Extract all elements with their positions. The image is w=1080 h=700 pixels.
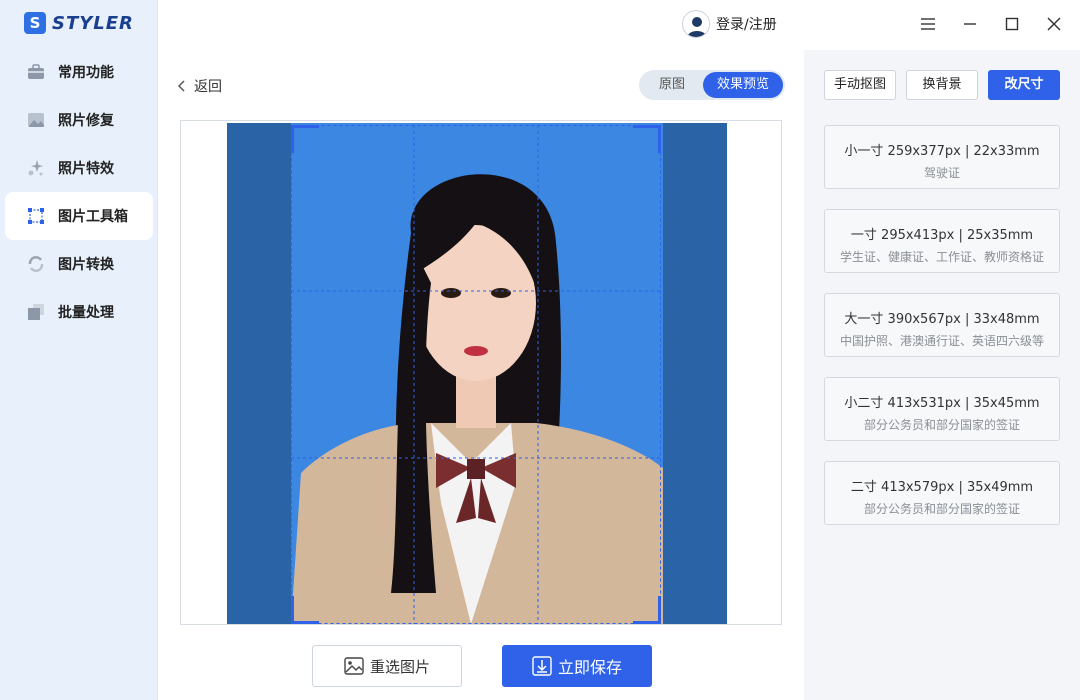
sidebar-item-photo-effects[interactable]: 照片特效 [0,144,158,192]
size-option-1inch[interactable]: 一寸 295x413px | 25x35mm 学生证、健康证、工作证、教师资格证 [824,209,1060,273]
crop-handle-bottom-right[interactable] [633,596,661,624]
close-icon[interactable] [1044,14,1064,34]
size-option-small-2inch[interactable]: 小二寸 413x531px | 35x45mm 部分公务员和部分国家的签证 [824,377,1060,441]
crop-handle-bottom-left[interactable] [291,596,319,624]
back-button[interactable]: 返回 [178,76,222,96]
size-desc: 部分公务员和部分国家的签证 [863,502,1020,516]
sidebar-nav: 常用功能 照片修复 照片特效 图片工具箱 图片转换 批量处理 [0,48,158,336]
login-button[interactable]: 登录/注册 [682,10,777,38]
crop-handle-top-left[interactable] [291,125,319,153]
size-option-small-1inch[interactable]: 小一寸 259x377px | 22x33mm 驾驶证 [824,125,1060,189]
crop-handle-top-right[interactable] [633,125,661,153]
view-toggle: 原图 效果预览 [639,70,785,100]
tab-preview[interactable]: 效果预览 [703,72,783,98]
manual-cutout-button[interactable]: 手动抠图 [824,70,896,100]
sidebar-item-batch[interactable]: 批量处理 [0,288,158,336]
save-button[interactable]: 立即保存 [502,645,652,687]
size-desc: 驾驶证 [923,166,960,180]
sidebar: S STYLER 常用功能 照片修复 照片特效 图片工具箱 图片转换 批量处理 [0,0,158,700]
toolbox-icon [26,62,46,82]
size-title: 大一寸 390x567px | 33x48mm [844,312,1040,327]
maximize-icon[interactable] [1002,14,1022,34]
photo-repair-icon [26,110,46,130]
login-label: 登录/注册 [716,17,777,33]
crop-grid [291,125,661,624]
menu-icon[interactable] [918,14,938,34]
photo-background-outer [227,123,727,624]
back-label: 返回 [194,79,222,95]
image-icon [344,657,364,675]
sidebar-item-image-convert[interactable]: 图片转换 [0,240,158,288]
resize-button[interactable]: 改尺寸 [988,70,1060,100]
size-option-large-1inch[interactable]: 大一寸 390x567px | 33x48mm 中国护照、港澳通行证、英语四六级… [824,293,1060,357]
convert-icon [26,254,46,274]
crop-frame[interactable] [291,125,661,624]
size-desc: 学生证、健康证、工作证、教师资格证 [839,250,1044,264]
sidebar-item-label: 图片工具箱 [58,209,128,225]
chevron-left-icon [178,80,186,92]
download-icon [532,656,552,676]
size-option-2inch[interactable]: 二寸 413x579px | 35x49mm 部分公务员和部分国家的签证 [824,461,1060,525]
sidebar-item-label: 常用功能 [58,65,114,81]
size-title: 一寸 295x413px | 25x35mm [850,228,1034,243]
logo-mark: S [24,12,46,34]
sidebar-item-photo-repair[interactable]: 照片修复 [0,96,158,144]
change-background-button[interactable]: 换背景 [906,70,978,100]
tab-original[interactable]: 原图 [641,72,703,98]
reselect-image-button[interactable]: 重选图片 [312,645,462,687]
save-label: 立即保存 [557,658,622,677]
minimize-icon[interactable] [960,14,980,34]
sidebar-item-common[interactable]: 常用功能 [0,48,158,96]
sidebar-item-label: 照片特效 [58,161,114,177]
size-desc: 部分公务员和部分国家的签证 [863,418,1020,432]
reselect-label: 重选图片 [369,657,430,676]
size-title: 小一寸 259x377px | 22x33mm [844,144,1040,159]
size-title: 二寸 413x579px | 35x49mm [850,480,1034,495]
app-logo: S STYLER [24,12,134,34]
sparkle-icon [26,158,46,178]
logo-text: STYLER [52,12,134,34]
photo-canvas [180,120,782,625]
sidebar-item-label: 批量处理 [58,305,114,321]
sidebar-item-label: 照片修复 [58,113,114,129]
crop-frame-icon [26,206,46,226]
sidebar-item-label: 图片转换 [58,257,114,273]
batch-icon [26,302,46,322]
sidebar-item-image-toolbox[interactable]: 图片工具箱 [5,192,153,240]
size-desc: 中国护照、港澳通行证、英语四六级等 [839,334,1044,348]
size-title: 小二寸 413x531px | 35x45mm [844,396,1040,411]
user-avatar-icon [682,10,710,38]
